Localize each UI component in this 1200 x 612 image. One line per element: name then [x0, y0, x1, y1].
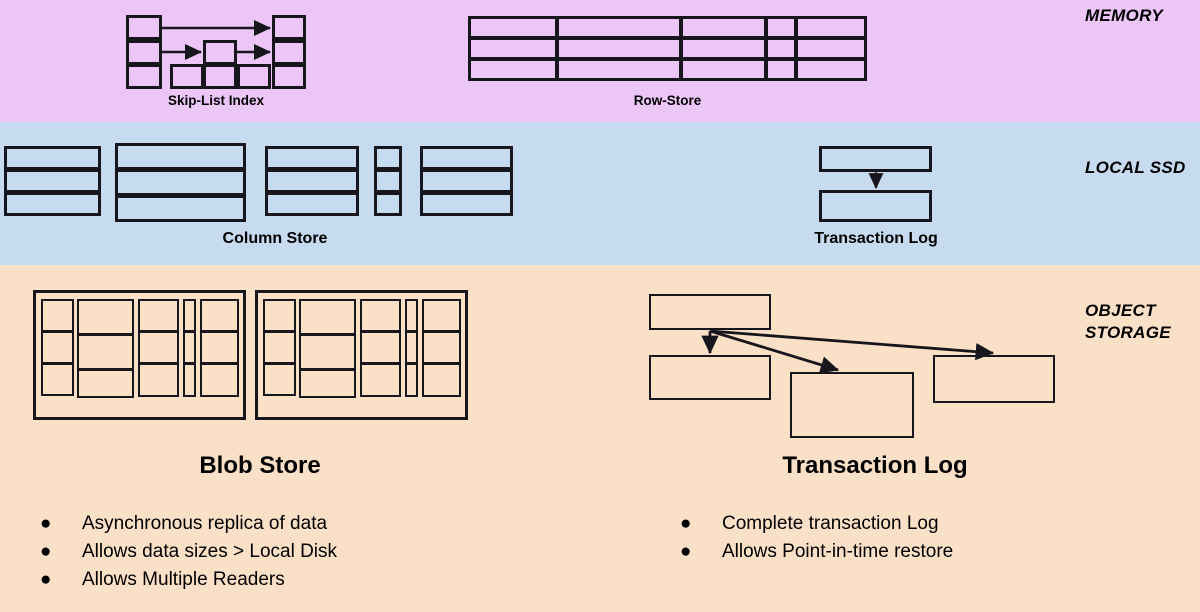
list-item: ● Complete transaction Log: [680, 510, 953, 538]
object-transaction-log-caption: Transaction Log: [782, 452, 968, 479]
object-translog-bullet-text: Allows Point-in-time restore: [722, 541, 954, 562]
object-translog-arrows: [701, 329, 995, 374]
bullet-marker-icon: ●: [680, 513, 692, 534]
object-transaction-log-bullets: ● Complete transaction Log ● Allows Poin…: [680, 510, 953, 566]
bullet-marker-icon: ●: [680, 541, 692, 562]
diagram-canvas: MEMORY LOCAL SSD OBJECT STORAGE Skip-Lis…: [0, 0, 1200, 612]
list-item: ● Allows Point-in-time restore: [680, 538, 953, 566]
object-translog-bullet-text: Complete transaction Log: [722, 513, 939, 534]
object-translog-arrow-3: [709, 329, 995, 361]
